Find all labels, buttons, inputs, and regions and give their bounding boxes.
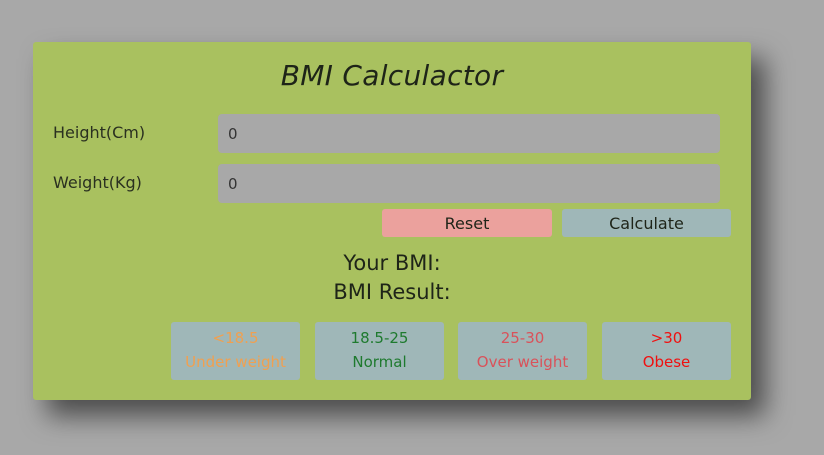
reset-button[interactable]: Reset — [382, 209, 552, 237]
category-name: Under weight — [185, 353, 286, 371]
category-range: >30 — [650, 329, 683, 347]
category-range: 18.5-25 — [350, 329, 409, 347]
category-underweight: <18.5 Under weight — [171, 322, 300, 380]
calculate-button[interactable]: Calculate — [562, 209, 731, 237]
category-range: <18.5 — [212, 329, 259, 347]
category-name: Over weight — [476, 353, 569, 371]
category-overweight: 25-30 Over weight — [458, 322, 587, 380]
category-obese: >30 Obese — [602, 322, 731, 380]
your-bmi-label: Your BMI: — [343, 251, 441, 275]
page-title: BMI Calculactor — [280, 59, 504, 92]
weight-label: Weight(Kg) — [53, 173, 142, 192]
category-name: Obese — [642, 353, 691, 371]
height-label: Height(Cm) — [53, 123, 146, 142]
height-input[interactable] — [218, 114, 720, 153]
bmi-result-label: BMI Result: — [333, 280, 451, 304]
category-normal: 18.5-25 Normal — [315, 322, 444, 380]
bmi-calculator-card: BMI Calculactor Height(Cm) Weight(Kg) Re… — [33, 42, 751, 400]
weight-input[interactable] — [218, 164, 720, 203]
category-range: 25-30 — [500, 329, 545, 347]
category-name: Normal — [352, 353, 407, 371]
